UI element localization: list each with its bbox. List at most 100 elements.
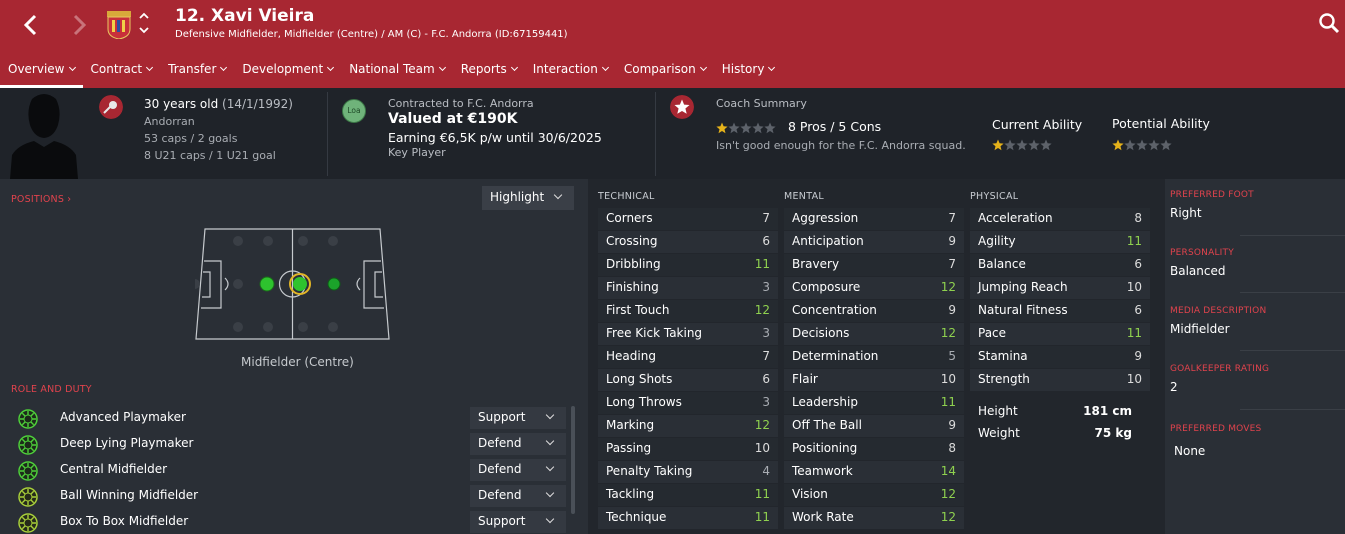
tab-reports[interactable]: Reports [453, 56, 525, 88]
attribute-name: Long Shots [606, 372, 673, 386]
attribute-row[interactable]: Corners 7 [598, 208, 778, 230]
attribute-row[interactable]: Vision 12 [784, 484, 964, 506]
chevron-down-icon [545, 514, 555, 524]
current-ability-stars [992, 136, 1052, 155]
attribute-row[interactable]: Crossing 6 [598, 231, 778, 253]
attribute-row[interactable]: Composure 12 [784, 277, 964, 299]
duty-dropdown[interactable]: Defend [470, 433, 566, 455]
attribute-row[interactable]: Leadership 11 [784, 392, 964, 414]
tab-development[interactable]: Development [234, 56, 341, 88]
tab-history[interactable]: History [714, 56, 783, 88]
attribute-row[interactable]: Heading 7 [598, 346, 778, 368]
mental-title: MENTAL [784, 191, 824, 202]
role-row[interactable]: Ball Winning Midfielder Defend [10, 484, 575, 508]
weight-value: 75 kg [1094, 426, 1132, 440]
attribute-row[interactable]: Work Rate 12 [784, 507, 964, 529]
chevron-up-down-icon [139, 12, 149, 34]
club-crest-icon[interactable] [106, 9, 132, 40]
duty-dropdown[interactable]: Defend [470, 459, 566, 481]
attribute-row[interactable]: Balance 6 [970, 254, 1150, 276]
role-row[interactable]: Advanced Playmaker Support [10, 406, 575, 430]
duty-dropdown[interactable]: Defend [470, 485, 566, 507]
divider [655, 92, 656, 176]
media-description-title: MEDIA DESCRIPTION [1170, 306, 1267, 316]
player-wage: Earning €6,5K p/w until 30/6/2025 [388, 130, 602, 145]
attribute-row[interactable]: Off The Ball 9 [784, 415, 964, 437]
duty-dropdown[interactable]: Support [470, 407, 566, 429]
highlight-dropdown[interactable]: Highlight [482, 186, 574, 210]
divider [1240, 350, 1345, 351]
attribute-row[interactable]: Passing 10 [598, 438, 778, 460]
chevron-down-icon [146, 63, 154, 72]
tab-label: History [721, 62, 765, 76]
attribute-value: 7 [762, 211, 770, 225]
attribute-name: Strength [978, 372, 1030, 386]
attribute-name: First Touch [606, 303, 670, 317]
star-icon [1004, 139, 1016, 151]
attribute-row[interactable]: Jumping Reach 10 [970, 277, 1150, 299]
chevron-down-icon [699, 63, 707, 72]
attribute-value: 8 [1134, 211, 1142, 225]
star-icon [728, 122, 740, 134]
chevron-down-icon [327, 63, 335, 72]
tab-comparison[interactable]: Comparison [616, 56, 714, 88]
attribute-row[interactable]: Decisions 12 [784, 323, 964, 345]
tab-interaction[interactable]: Interaction [525, 56, 616, 88]
attribute-row[interactable]: Agility 11 [970, 231, 1150, 253]
back-icon [23, 14, 37, 36]
chevron-down-icon [545, 410, 555, 420]
attribute-row[interactable]: Flair 10 [784, 369, 964, 391]
role-row[interactable]: Box To Box Midfielder Support [10, 510, 575, 534]
tab-national-team[interactable]: National Team [341, 56, 453, 88]
attribute-row[interactable]: Aggression 7 [784, 208, 964, 230]
attribute-value: 9 [948, 234, 956, 248]
attribute-name: Composure [792, 280, 861, 294]
back-button[interactable] [20, 10, 42, 40]
attribute-row[interactable]: Strength 10 [970, 369, 1150, 391]
attribute-row[interactable]: Long Throws 3 [598, 392, 778, 414]
star-icon [992, 139, 1004, 151]
search-button[interactable] [1318, 12, 1340, 34]
forward-button[interactable] [68, 10, 90, 40]
tab-contract[interactable]: Contract [83, 56, 161, 88]
attribute-row[interactable]: Acceleration 8 [970, 208, 1150, 230]
height-value: 181 cm [1083, 404, 1132, 418]
attribute-row[interactable]: Long Shots 6 [598, 369, 778, 391]
attribute-row[interactable]: First Touch 12 [598, 300, 778, 322]
player-switch-button[interactable] [138, 9, 150, 37]
attribute-row[interactable]: Penalty Taking 4 [598, 461, 778, 483]
role-suitability-icon [18, 487, 38, 507]
attribute-row[interactable]: Anticipation 9 [784, 231, 964, 253]
attribute-name: Leadership [792, 395, 858, 409]
weight-row: Weight 75 kg [970, 423, 1150, 445]
role-row[interactable]: Central Midfielder Defend [10, 458, 575, 482]
media-description-value: Midfielder [1170, 322, 1230, 336]
attribute-row[interactable]: Dribbling 11 [598, 254, 778, 276]
attribute-name: Bravery [792, 257, 840, 271]
header-bar: 12. Xavi Vieira Defensive Midfielder, Mi… [0, 0, 1345, 88]
attribute-row[interactable]: Marking 12 [598, 415, 778, 437]
duty-dropdown[interactable]: Support [470, 511, 566, 533]
role-list-scrollbar[interactable] [571, 406, 575, 514]
attribute-row[interactable]: Teamwork 14 [784, 461, 964, 483]
role-duty-title: ROLE AND DUTY [11, 384, 92, 395]
tab-transfer[interactable]: Transfer [160, 56, 234, 88]
attribute-row[interactable]: Free Kick Taking 3 [598, 323, 778, 345]
attribute-row[interactable]: Natural Fitness 6 [970, 300, 1150, 322]
attribute-row[interactable]: Finishing 3 [598, 277, 778, 299]
attribute-row[interactable]: Technique 11 [598, 507, 778, 529]
chevron-down-icon [510, 63, 518, 72]
attribute-row[interactable]: Tackling 11 [598, 484, 778, 506]
attribute-row[interactable]: Stamina 9 [970, 346, 1150, 368]
positions-link[interactable]: POSITIONS › [11, 194, 71, 205]
attribute-row[interactable]: Bravery 7 [784, 254, 964, 276]
attribute-row[interactable]: Concentration 9 [784, 300, 964, 322]
attribute-row[interactable]: Positioning 8 [784, 438, 964, 460]
attribute-row[interactable]: Pace 11 [970, 323, 1150, 345]
attribute-value: 6 [762, 372, 770, 386]
tab-overview[interactable]: Overview [0, 56, 83, 88]
attribute-value: 9 [948, 418, 956, 432]
attribute-name: Stamina [978, 349, 1028, 363]
role-row[interactable]: Deep Lying Playmaker Defend [10, 432, 575, 456]
attribute-row[interactable]: Determination 5 [784, 346, 964, 368]
